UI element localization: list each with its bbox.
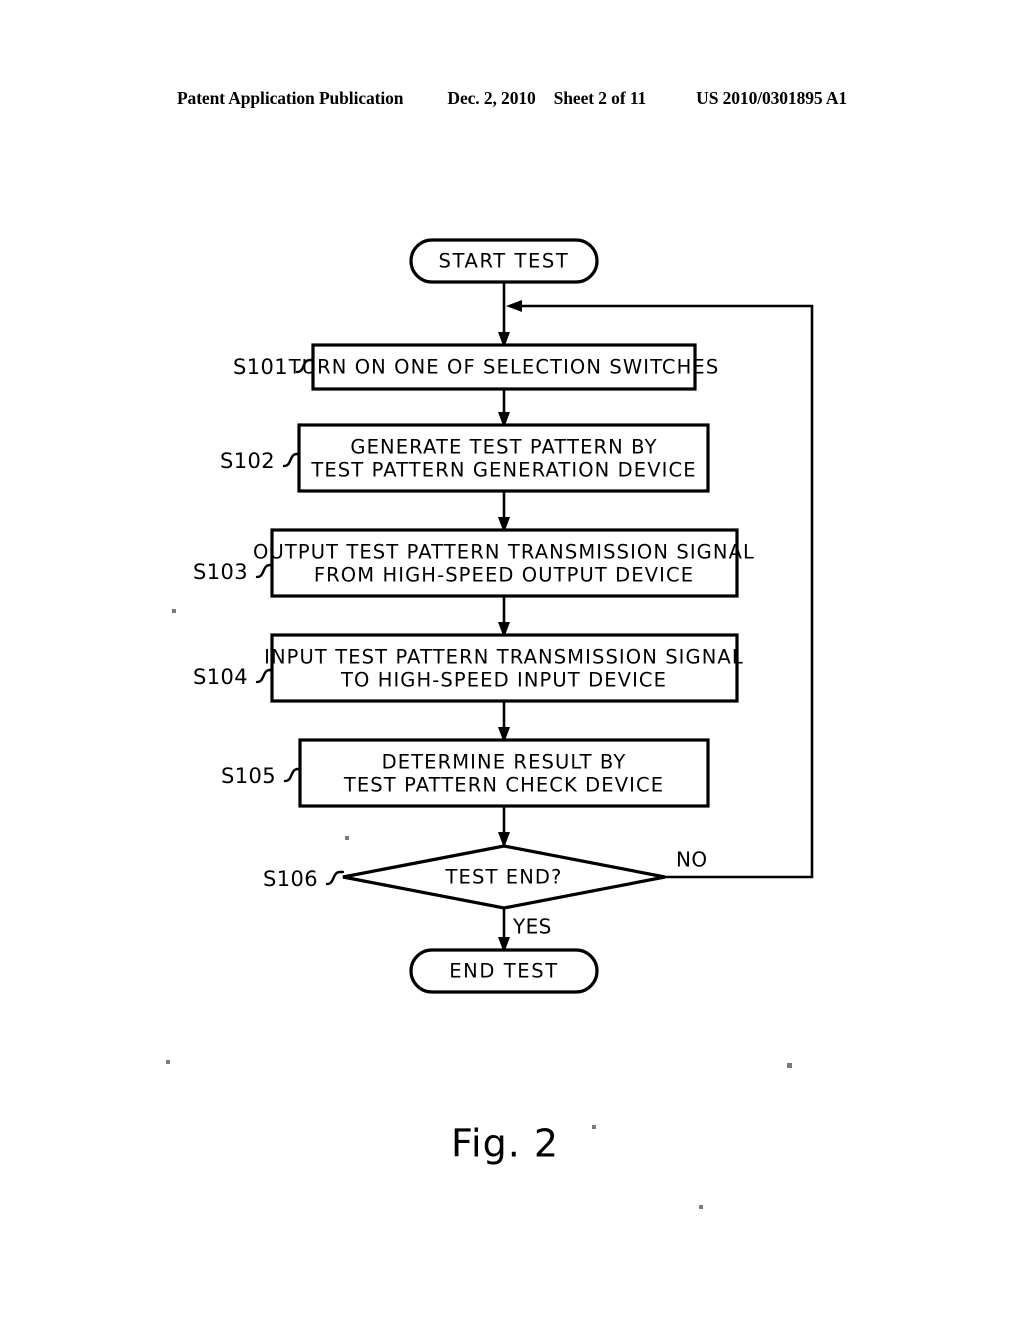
scan-speck [592,1125,596,1129]
s101-step-label: S101 [233,355,288,379]
s105-step-label: S105 [221,764,276,788]
node-end-test: END TEST [409,948,599,994]
leader-s104: S104 [193,665,274,689]
s102-line-2: TEST PATTERN GENERATION DEVICE [310,459,696,482]
branch-label-yes: YES [512,915,552,939]
branch-label-no: NO [676,848,708,872]
s103-line-1: OUTPUT TEST PATTERN TRANSMISSION SIGNAL [253,541,755,564]
leader-s106: S106 [263,867,345,891]
figure-2-flowchart: START TEST TURN ON ONE OF SELECTION SWIT… [166,238,814,1209]
s101-line-1: TURN ON ONE OF SELECTION SWITCHES [288,356,720,379]
edge-start-to-s101 [498,282,510,348]
scan-speck [787,1063,792,1068]
s104-line-2: TO HIGH-SPEED INPUT DEVICE [340,669,667,692]
s102-line-1: GENERATE TEST PATTERN BY [350,436,657,459]
node-s103: OUTPUT TEST PATTERN TRANSMISSION SIGNAL … [253,528,755,598]
s103-step-label: S103 [193,560,248,584]
scan-speck [166,1060,170,1064]
s106-line-1: TEST END? [445,866,563,889]
node-s104: INPUT TEST PATTERN TRANSMISSION SIGNAL T… [264,633,744,703]
figure-caption: Fig. 2 [451,1122,559,1166]
s105-line-2: TEST PATTERN CHECK DEVICE [343,774,664,797]
leader-s105: S105 [221,764,302,788]
edge-s105-to-s106 [498,806,510,848]
node-start-test: START TEST [409,238,599,284]
edge-s106-yes-to-end [498,908,510,953]
s103-line-2: FROM HIGH-SPEED OUTPUT DEVICE [314,564,694,587]
leader-s103: S103 [193,560,274,584]
scan-speck [345,836,349,840]
s102-step-label: S102 [220,449,275,473]
edge-s104-to-s105 [498,701,510,743]
edge-s101-to-s102 [498,389,510,428]
scan-speck [172,609,176,613]
start-test-label: START TEST [439,250,570,273]
s105-line-1: DETERMINE RESULT BY [382,751,627,774]
s104-line-1: INPUT TEST PATTERN TRANSMISSION SIGNAL [264,646,744,669]
scan-speck [699,1205,703,1209]
end-test-label: END TEST [449,960,558,983]
node-s105: DETERMINE RESULT BY TEST PATTERN CHECK D… [298,738,710,808]
node-s101: TURN ON ONE OF SELECTION SWITCHES [288,343,720,391]
leader-s102: S102 [220,449,301,473]
s104-step-label: S104 [193,665,248,689]
edge-s103-to-s104 [498,596,510,638]
s106-step-label: S106 [263,867,318,891]
node-s106-decision: TEST END? [342,844,666,910]
edge-s102-to-s103 [498,491,510,533]
node-s102: GENERATE TEST PATTERN BY TEST PATTERN GE… [297,423,710,493]
